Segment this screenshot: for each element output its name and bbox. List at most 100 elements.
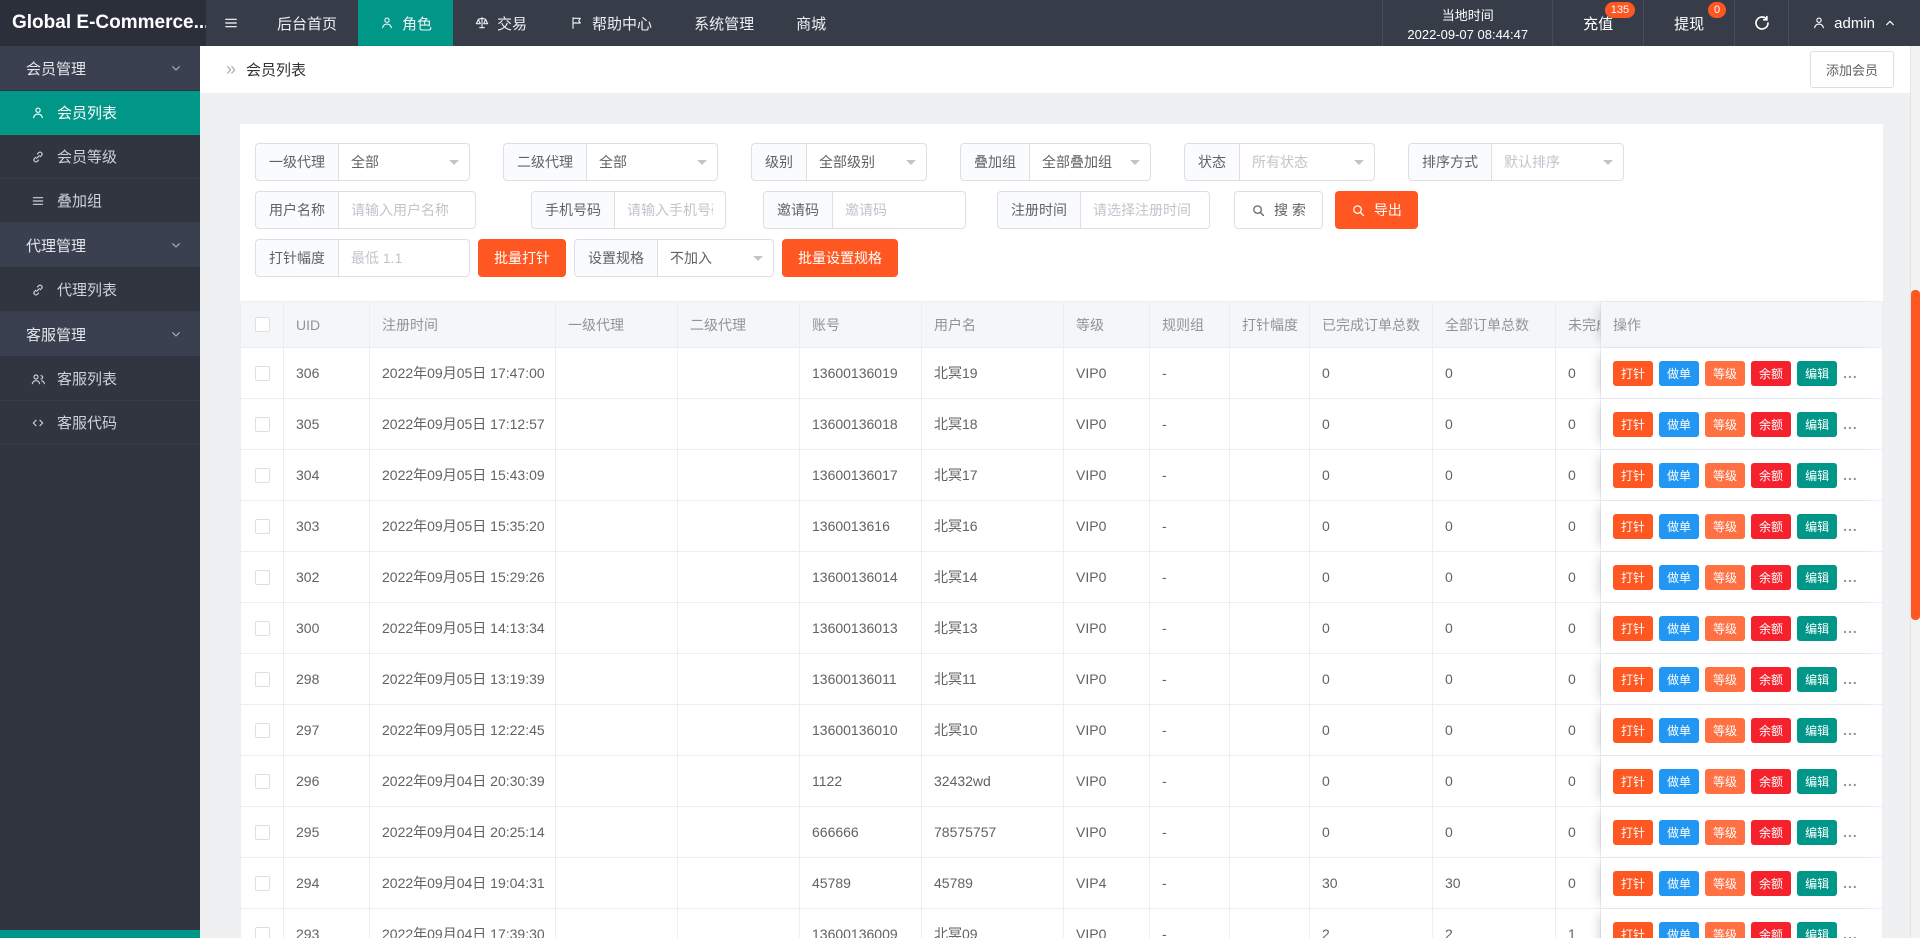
row-action-button[interactable]: 打针 — [1613, 411, 1654, 437]
row-action-button[interactable]: 余额 — [1751, 513, 1792, 539]
row-checkbox[interactable] — [254, 926, 270, 938]
row-action-button[interactable]: 等级 — [1705, 717, 1746, 743]
row-action-button[interactable]: 余额 — [1751, 360, 1792, 386]
more-actions-button[interactable]: ... — [1843, 518, 1858, 534]
more-actions-button[interactable]: ... — [1843, 365, 1858, 381]
row-checkbox[interactable] — [254, 467, 270, 483]
filter-input[interactable] — [351, 202, 463, 218]
row-action-button[interactable]: 余额 — [1751, 819, 1792, 845]
batch-inject-button[interactable]: 批量打针 — [478, 239, 566, 277]
row-action-button[interactable]: 打针 — [1613, 819, 1654, 845]
row-action-button[interactable]: 做单 — [1659, 819, 1700, 845]
filter-select[interactable]: 全部叠加组 — [1029, 143, 1151, 181]
row-checkbox[interactable] — [254, 773, 270, 789]
row-action-button[interactable]: 余额 — [1751, 564, 1792, 590]
row-checkbox[interactable] — [254, 620, 270, 636]
filter-input[interactable] — [627, 202, 713, 218]
nav-item[interactable]: 商城 — [775, 0, 847, 46]
row-action-button[interactable]: 等级 — [1705, 615, 1746, 641]
filter-select[interactable]: 全部 — [586, 143, 718, 181]
row-checkbox[interactable] — [254, 569, 270, 585]
row-action-button[interactable]: 编辑 — [1797, 360, 1838, 386]
scrollbar-thumb[interactable] — [1911, 290, 1920, 620]
row-action-button[interactable]: 打针 — [1613, 768, 1654, 794]
sidebar-group[interactable]: 客服管理 — [0, 312, 200, 357]
row-action-button[interactable]: 打针 — [1613, 921, 1654, 938]
row-action-button[interactable]: 做单 — [1659, 768, 1700, 794]
filter-input[interactable] — [845, 202, 953, 218]
filter-select[interactable]: 所有状态 — [1239, 143, 1375, 181]
row-action-button[interactable]: 做单 — [1659, 360, 1700, 386]
refresh-button[interactable] — [1735, 0, 1790, 46]
nav-item[interactable]: 帮助中心 — [548, 0, 673, 46]
filter-select[interactable]: 全部 — [338, 143, 470, 181]
row-action-button[interactable]: 编辑 — [1797, 768, 1838, 794]
row-checkbox[interactable] — [254, 722, 270, 738]
row-action-button[interactable]: 编辑 — [1797, 921, 1838, 938]
nav-item[interactable]: 角色 — [358, 0, 454, 46]
export-button[interactable]: 导出 — [1334, 191, 1418, 229]
more-actions-button[interactable]: ... — [1843, 926, 1858, 938]
row-action-button[interactable]: 余额 — [1751, 870, 1792, 896]
row-action-button[interactable]: 等级 — [1705, 921, 1746, 938]
row-checkbox[interactable] — [254, 824, 270, 840]
row-action-button[interactable]: 余额 — [1751, 666, 1792, 692]
row-action-button[interactable]: 编辑 — [1797, 666, 1838, 692]
row-checkbox[interactable] — [254, 518, 270, 534]
sidebar-toggle-button[interactable] — [206, 0, 256, 46]
nav-item[interactable]: 交易 — [453, 0, 548, 46]
row-checkbox[interactable] — [254, 875, 270, 891]
row-action-button[interactable]: 编辑 — [1797, 513, 1838, 539]
navbar-stat[interactable]: 充值 135 — [1553, 0, 1645, 46]
row-action-button[interactable]: 编辑 — [1797, 870, 1838, 896]
row-action-button[interactable]: 做单 — [1659, 462, 1700, 488]
row-action-button[interactable]: 打针 — [1613, 462, 1654, 488]
sidebar-item[interactable]: 代理列表 — [0, 268, 200, 312]
row-action-button[interactable]: 编辑 — [1797, 615, 1838, 641]
sidebar-group[interactable]: 会员管理 — [0, 46, 200, 91]
row-action-button[interactable]: 编辑 — [1797, 411, 1838, 437]
row-action-button[interactable]: 做单 — [1659, 615, 1700, 641]
row-action-button[interactable]: 打针 — [1613, 615, 1654, 641]
row-action-button[interactable]: 余额 — [1751, 921, 1792, 938]
row-checkbox[interactable] — [254, 416, 270, 432]
row-action-button[interactable]: 打针 — [1613, 870, 1654, 896]
row-checkbox[interactable] — [254, 365, 270, 381]
sidebar-item[interactable]: 客服代码 — [0, 401, 200, 445]
row-action-button[interactable]: 编辑 — [1797, 717, 1838, 743]
row-action-button[interactable]: 打针 — [1613, 513, 1654, 539]
more-actions-button[interactable]: ... — [1843, 875, 1858, 891]
row-checkbox[interactable] — [254, 671, 270, 687]
row-action-button[interactable]: 余额 — [1751, 615, 1792, 641]
more-actions-button[interactable]: ... — [1843, 824, 1858, 840]
batch-spec-button[interactable]: 批量设置规格 — [782, 239, 898, 277]
row-action-button[interactable]: 等级 — [1705, 462, 1746, 488]
select-all-checkbox[interactable] — [254, 317, 270, 332]
more-actions-button[interactable]: ... — [1843, 569, 1858, 585]
filter-select[interactable]: 全部级别 — [806, 143, 927, 181]
sidebar-item[interactable]: 会员列表 — [0, 91, 200, 135]
more-actions-button[interactable]: ... — [1843, 620, 1858, 636]
more-actions-button[interactable]: ... — [1843, 773, 1858, 789]
row-action-button[interactable]: 做单 — [1659, 411, 1700, 437]
row-action-button[interactable]: 等级 — [1705, 360, 1746, 386]
more-actions-button[interactable]: ... — [1843, 416, 1858, 432]
filter-input[interactable] — [1093, 202, 1197, 218]
more-actions-button[interactable]: ... — [1843, 722, 1858, 738]
row-action-button[interactable]: 做单 — [1659, 513, 1700, 539]
row-action-button[interactable]: 余额 — [1751, 768, 1792, 794]
row-action-button[interactable]: 做单 — [1659, 717, 1700, 743]
row-action-button[interactable]: 编辑 — [1797, 564, 1838, 590]
row-action-button[interactable]: 等级 — [1705, 513, 1746, 539]
add-member-button[interactable]: 添加会员 — [1809, 51, 1894, 88]
row-action-button[interactable]: 等级 — [1705, 870, 1746, 896]
row-action-button[interactable]: 打针 — [1613, 717, 1654, 743]
row-action-button[interactable]: 等级 — [1705, 564, 1746, 590]
nav-item[interactable]: 后台首页 — [256, 0, 358, 46]
search-button[interactable]: 搜 索 — [1234, 191, 1323, 229]
row-action-button[interactable]: 余额 — [1751, 411, 1792, 437]
row-action-button[interactable]: 打针 — [1613, 360, 1654, 386]
inject-range-input[interactable] — [351, 250, 457, 266]
row-action-button[interactable]: 做单 — [1659, 564, 1700, 590]
row-action-button[interactable]: 余额 — [1751, 462, 1792, 488]
